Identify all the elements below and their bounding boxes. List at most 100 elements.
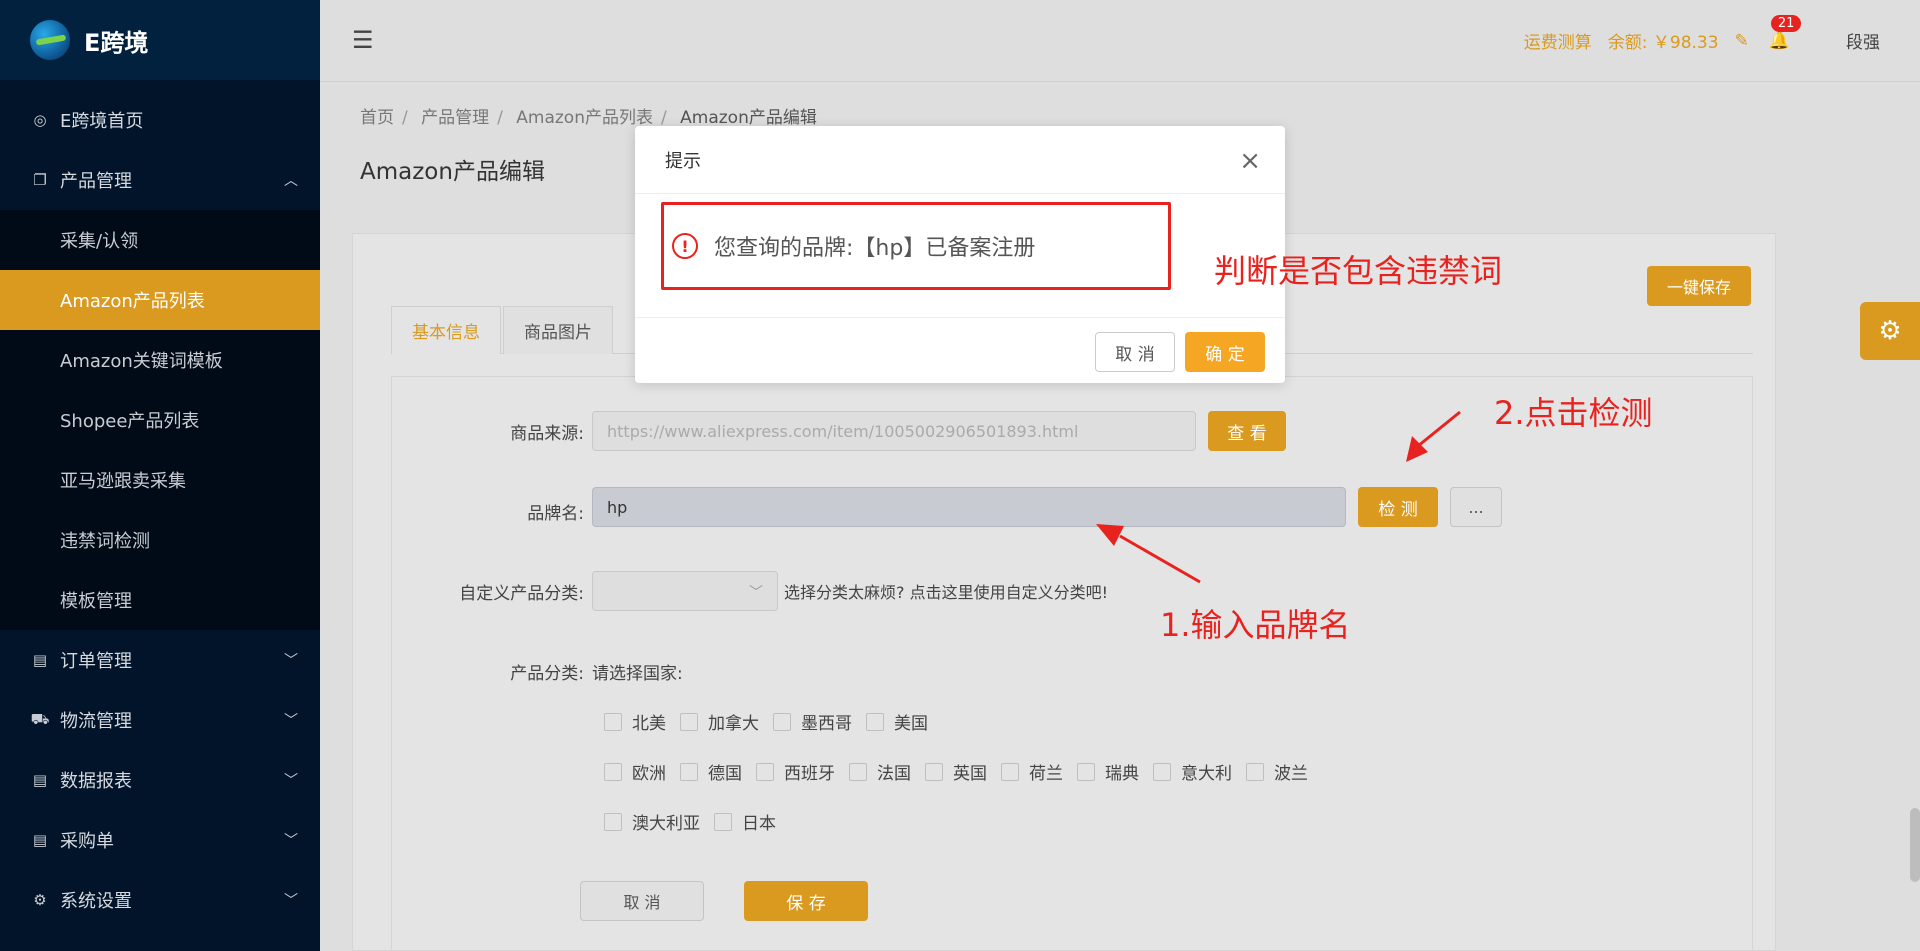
brand-input[interactable]: hp [592,487,1346,527]
sidebar-item-logistics[interactable]: ⛟ 物流管理 ﹀ [0,690,320,750]
country-checks-row1: 北美 加拿大 墨西哥 美国 [604,709,942,734]
list-icon: ▤ [32,771,48,789]
sidebar-subitem-shopee-list[interactable]: Shopee产品列表 [0,390,320,450]
menu-fold-icon[interactable]: ☰ [352,26,374,54]
sidebar-subitem-banned-words[interactable]: 违禁词检测 [0,510,320,570]
sidebar-item-home[interactable]: ◎ E跨境首页 [0,90,320,150]
category-label: 产品分类: [510,664,584,684]
sidebar-item-reports[interactable]: ▤ 数据报表 ﹀ [0,750,320,810]
chevron-down-icon: ﹀ [284,833,298,849]
freight-calc-link[interactable]: 运费测算 [1524,28,1592,53]
settings-float-button[interactable]: ⚙ [1860,302,1920,360]
dialog-message-box: ! 您查询的品牌:【hp】已备案注册 [661,202,1171,290]
breadcrumb-home[interactable]: 首页 [360,108,394,128]
checkbox-germany[interactable]: 德国 [680,759,742,784]
sidebar: E跨境 ◎ E跨境首页 ❐ 产品管理 ︿ 采集/认领 Amazon产品列表 Am… [0,0,320,951]
tab-basic-info[interactable]: 基本信息 [391,306,501,354]
checkbox-netherlands[interactable]: 荷兰 [1001,759,1063,784]
sidebar-item-label: E跨境首页 [60,111,144,132]
sidebar-item-label: 产品管理 [60,171,132,192]
sidebar-subitem-amazon-keywords[interactable]: Amazon关键词模板 [0,330,320,390]
sidebar-item-label: 系统设置 [60,891,132,912]
cancel-button[interactable]: 取 消 [580,881,704,921]
source-url-input[interactable]: https://www.aliexpress.com/item/10050029… [592,411,1196,451]
checkbox-australia[interactable]: 澳大利亚 [604,809,700,834]
checkbox-japan[interactable]: 日本 [714,809,776,834]
top-bar: ☰ 运费测算 余额: ￥98.33 ✎ 🔔 21 段强 [320,0,1920,82]
close-icon[interactable]: × [1239,146,1261,176]
page-title: Amazon产品编辑 [360,159,545,185]
warning-icon: ! [672,233,698,259]
save-all-button[interactable]: 一键保存 [1646,266,1751,306]
checkbox-spain[interactable]: 西班牙 [756,759,835,784]
balance-display: 余额: ￥98.33 [1607,33,1719,53]
annotation-note: 判断是否包含违禁词 [1214,252,1503,290]
gear-icon: ⚙ [1878,316,1902,346]
sidebar-subitem-templates[interactable]: 模板管理 [0,570,320,630]
alert-dialog: 提示 × ! 您查询的品牌:【hp】已备案注册 取 消 确 定 [635,126,1285,383]
user-name[interactable]: 段强 [1846,28,1880,53]
sidebar-item-products[interactable]: ❐ 产品管理 ︿ [0,150,320,210]
country-checks-row2: 欧洲 德国 西班牙 法国 英国 荷兰 瑞典 意大利 波兰 [604,759,1322,784]
notification-badge: 21 [1770,14,1802,32]
logo-icon [30,20,70,60]
sidebar-item-purchase[interactable]: ▤ 采购单 ﹀ [0,810,320,870]
checkbox-italy[interactable]: 意大利 [1153,759,1232,784]
dialog-title: 提示 [665,150,701,172]
custom-category-row: 自定义产品分类: ﹀ 选择分类太麻烦? 点击这里使用自定义分类吧! [392,571,1108,611]
truck-icon: ⛟ [30,710,50,728]
sidebar-item-label: 订单管理 [60,651,132,672]
edit-icon[interactable]: ✎ [1735,31,1749,51]
tab-product-images[interactable]: 商品图片 [503,306,613,354]
checkbox-poland[interactable]: 波兰 [1246,759,1308,784]
checkbox-canada[interactable]: 加拿大 [680,709,759,734]
country-prompt: 请选择国家: [592,664,683,684]
app-logo[interactable]: E跨境 [0,0,320,80]
dialog-ok-button[interactable]: 确 定 [1185,332,1265,372]
dialog-cancel-button[interactable]: 取 消 [1095,332,1175,372]
custom-category-select[interactable]: ﹀ [592,571,778,611]
checkbox-europe[interactable]: 欧洲 [604,759,666,784]
dialog-message: 您查询的品牌:【hp】已备案注册 [714,236,1036,261]
source-row: 商品来源: https://www.aliexpress.com/item/10… [392,411,1286,451]
sidebar-subitem-collect[interactable]: 采集/认领 [0,210,320,270]
chevron-down-icon: ﹀ [284,773,298,789]
view-source-button[interactable]: 查 看 [1208,411,1286,451]
checkbox-france[interactable]: 法国 [849,759,911,784]
detect-button[interactable]: 检 测 [1358,487,1438,527]
chevron-up-icon: ︿ [284,173,298,189]
checkbox-north-america[interactable]: 北美 [604,709,666,734]
breadcrumb-products[interactable]: 产品管理 [421,108,489,128]
brand-row: 品牌名: hp 检 测 ... [392,487,1502,527]
breadcrumb-current: Amazon产品编辑 [680,108,817,128]
header-actions: 运费测算 余额: ￥98.33 ✎ 🔔 21 段强 [1524,14,1880,53]
custom-category-hint[interactable]: 选择分类太麻烦? 点击这里使用自定义分类吧! [784,579,1108,603]
dialog-header: 提示 × [635,126,1285,194]
sidebar-item-settings[interactable]: ⚙ 系统设置 ﹀ [0,870,320,930]
breadcrumb-amazon-list[interactable]: Amazon产品列表 [516,108,653,128]
chevron-down-icon: ﹀ [284,713,298,729]
more-options-button[interactable]: ... [1450,487,1502,527]
app-name: E跨境 [84,28,149,57]
checkbox-uk[interactable]: 英国 [925,759,987,784]
eye-icon: ◎ [33,111,47,129]
custom-category-label: 自定义产品分类: [459,583,584,604]
copy-icon: ❐ [33,171,47,189]
sidebar-item-label: 采购单 [60,831,114,852]
category-row: 产品分类: 请选择国家: [392,659,683,684]
source-label: 商品来源: [510,423,584,444]
checkbox-usa[interactable]: 美国 [866,709,928,734]
sidebar-subitem-amazon-list[interactable]: Amazon产品列表 [0,270,320,330]
brand-label: 品牌名: [527,503,584,524]
notifications[interactable]: 🔔 21 [1769,14,1802,51]
sidebar-item-orders[interactable]: ▤ 订单管理 ﹀ [0,630,320,690]
dialog-footer: 取 消 确 定 [635,317,1285,383]
chevron-down-icon: ﹀ [284,893,298,909]
scrollbar-thumb[interactable] [1910,808,1920,882]
checkbox-sweden[interactable]: 瑞典 [1077,759,1139,784]
gear-icon: ⚙ [33,891,47,909]
save-button[interactable]: 保 存 [744,881,868,921]
annotation-step1: 1.输入品牌名 [1160,606,1351,644]
checkbox-mexico[interactable]: 墨西哥 [773,709,852,734]
sidebar-subitem-amazon-follow[interactable]: 亚马逊跟卖采集 [0,450,320,510]
